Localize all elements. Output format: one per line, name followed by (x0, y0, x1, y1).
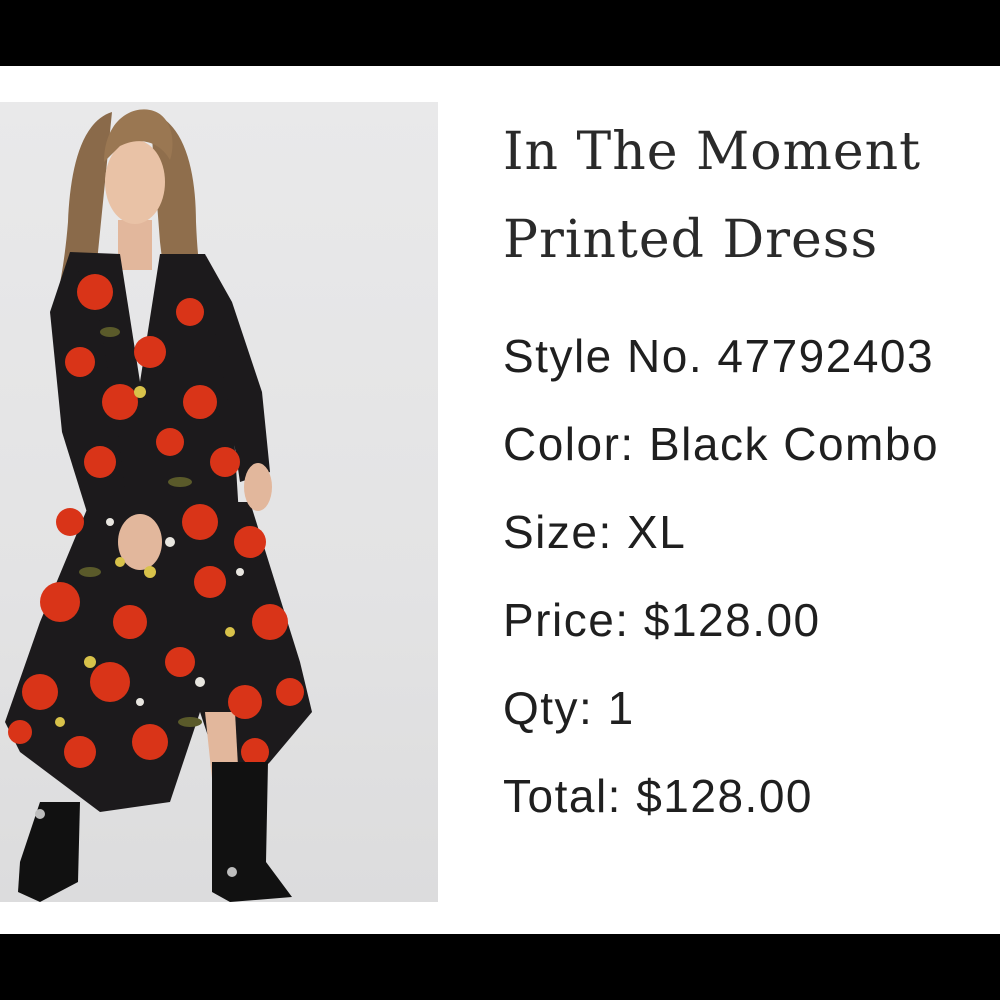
price-label: Price: $128.00 (503, 594, 821, 646)
style-number: Style No. 47792403 (503, 330, 935, 382)
product-details-list: Style No. 47792403 Color: Black Combo Si… (503, 322, 1000, 850)
color-label: Color: Black Combo (503, 418, 940, 470)
order-item-card: In The Moment Printed Dress Style No. 47… (0, 66, 1000, 934)
product-image[interactable] (0, 102, 438, 902)
product-title: In The Moment Printed Dress (503, 108, 993, 284)
total-label: Total: $128.00 (503, 770, 814, 822)
dress-photo-illustration (5, 109, 312, 902)
product-title-line-2: Printed Dress (503, 210, 879, 270)
quantity-label: Qty: 1 (503, 682, 635, 734)
size-label: Size: XL (503, 506, 687, 558)
product-title-line-1: In The Moment (503, 122, 922, 182)
bottom-letterbox-bar (0, 934, 1000, 1000)
top-letterbox-bar (0, 0, 1000, 66)
